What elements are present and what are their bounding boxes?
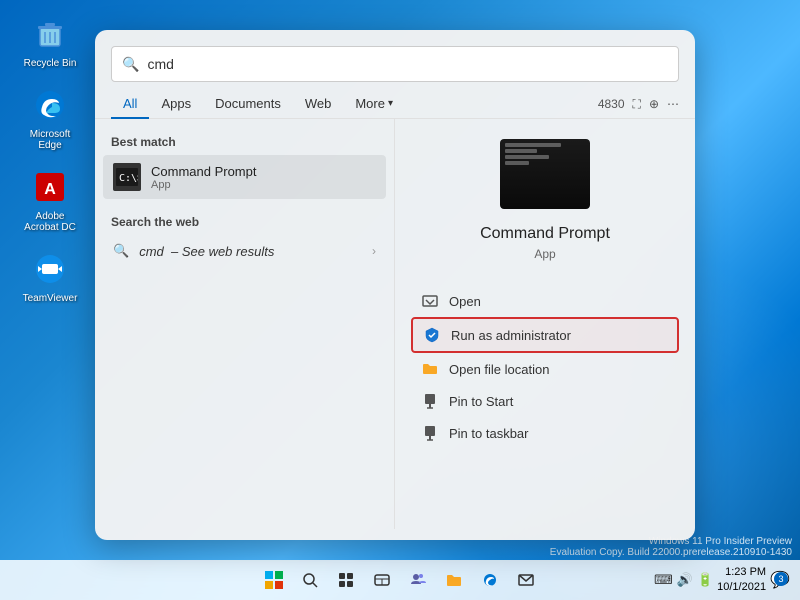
desktop-icons-container: Recycle Bin Microsoft Edge A Adobe Acrob… [15, 10, 85, 308]
edge-label: Microsoft Edge [19, 129, 81, 151]
share-icon: ⊕ [649, 97, 659, 111]
cmd-preview [500, 139, 590, 209]
results-left-panel: Best match C:\> Command Prompt App Searc [95, 119, 395, 529]
pin-to-start-label: Pin to Start [449, 394, 513, 409]
search-box-container: 🔍 cmd [95, 30, 695, 82]
open-icon [421, 292, 439, 310]
best-match-label: Best match [103, 131, 386, 155]
tab-more[interactable]: More ▾ [343, 90, 405, 119]
desktop-icon-edge[interactable]: Microsoft Edge [15, 81, 85, 155]
svg-text:A: A [44, 181, 56, 198]
taskbar-clock[interactable]: 1:23 PM 10/1/2021 [717, 565, 766, 596]
svg-text:C:\>: C:\> [119, 173, 138, 184]
search-taskbar-button[interactable] [294, 564, 326, 596]
notification-center[interactable]: 💬 3 [770, 570, 790, 590]
cmd-preview-line3 [505, 155, 549, 159]
web-query: cmd [139, 244, 164, 259]
search-panel: 🔍 cmd All Apps Documents Web More ▾ 4830… [95, 30, 695, 540]
adobe-label: Adobe Acrobat DC [19, 211, 81, 233]
tabs-right: 4830 ⛶ ⊕ ⋯ [598, 97, 679, 112]
taskbar-time-display: 1:23 PM [717, 565, 766, 580]
adobe-icon: A [30, 167, 70, 207]
web-search-cmd[interactable]: 🔍 cmd – See web results › [103, 235, 386, 267]
cmd-preview-line4 [505, 161, 529, 165]
web-suffix: – See web results [171, 244, 274, 259]
cmd-type: App [151, 179, 256, 191]
start-button[interactable] [258, 564, 290, 596]
tab-all[interactable]: All [111, 90, 149, 119]
app-preview-icon [500, 139, 590, 209]
desktop-icon-recycle-bin[interactable]: Recycle Bin [15, 10, 85, 73]
taskbar: ⌨ 🔊 🔋 1:23 PM 10/1/2021 💬 3 [0, 560, 800, 600]
taskbar-center [258, 564, 542, 596]
action-open-file-location[interactable]: Open file location [411, 353, 679, 385]
notification-badge: 3 [774, 572, 788, 586]
open-file-location-label: Open file location [449, 362, 549, 377]
action-open[interactable]: Open [411, 285, 679, 317]
search-box[interactable]: 🔍 cmd [111, 46, 679, 82]
desktop: Recycle Bin Microsoft Edge A Adobe Acrob… [0, 0, 800, 600]
teamviewer-label: TeamViewer [23, 293, 78, 304]
tab-web[interactable]: Web [293, 90, 344, 119]
open-label: Open [449, 294, 481, 309]
mail-button[interactable] [510, 564, 542, 596]
filter-icon: ⛶ [633, 97, 641, 112]
run-as-admin-label: Run as administrator [451, 328, 571, 343]
search-box-icon: 🔍 [122, 56, 139, 73]
search-input-value: cmd [147, 56, 173, 72]
volume-icon[interactable]: 🔊 [677, 572, 693, 588]
results-right-panel: Command Prompt App Open [395, 119, 695, 529]
desktop-icon-adobe[interactable]: A Adobe Acrobat DC [15, 163, 85, 237]
web-search-icon: 🔍 [113, 243, 129, 259]
filter-tabs: All Apps Documents Web More ▾ 4830 ⛶ ⊕ ⋯ [95, 82, 695, 119]
more-options-icon[interactable]: ⋯ [667, 97, 679, 111]
cmd-icon: C:\> [113, 163, 141, 191]
web-search-text: cmd – See web results [139, 244, 274, 259]
cmd-preview-line2 [505, 149, 537, 153]
edge-icon [30, 85, 70, 125]
tab-documents[interactable]: Documents [203, 90, 293, 119]
widgets-button[interactable] [366, 564, 398, 596]
file-explorer-button[interactable] [438, 564, 470, 596]
edge-taskbar-button[interactable] [474, 564, 506, 596]
preview-app-type: App [534, 247, 555, 261]
teamviewer-icon [30, 249, 70, 289]
cmd-info: Command Prompt App [151, 164, 256, 191]
recycle-bin-icon [30, 14, 70, 54]
cmd-preview-line1 [505, 143, 561, 147]
arrow-right-icon: › [372, 244, 376, 258]
preview-app-name: Command Prompt [480, 225, 610, 243]
network-icon[interactable]: ⌨ [654, 572, 673, 588]
action-list: Open Run as administrator [411, 285, 679, 449]
action-pin-to-taskbar[interactable]: Pin to taskbar [411, 417, 679, 449]
chevron-down-icon: ▾ [388, 98, 393, 109]
result-count: 4830 [598, 97, 625, 111]
desktop-icon-teamviewer[interactable]: TeamViewer [15, 245, 85, 308]
system-tray: ⌨ 🔊 🔋 1:23 PM 10/1/2021 💬 3 [654, 565, 790, 596]
task-view-button[interactable] [330, 564, 362, 596]
watermark-line2: Evaluation Copy. Build 22000.prerelease.… [550, 547, 792, 558]
shield-icon [423, 326, 441, 344]
teams-button[interactable] [402, 564, 434, 596]
cmd-name: Command Prompt [151, 164, 256, 179]
pin-to-taskbar-label: Pin to taskbar [449, 426, 529, 441]
pin-taskbar-icon [421, 424, 439, 442]
pin-start-icon [421, 392, 439, 410]
tab-apps[interactable]: Apps [149, 90, 203, 119]
battery-icon[interactable]: 🔋 [697, 572, 713, 588]
action-pin-to-start[interactable]: Pin to Start [411, 385, 679, 417]
action-run-as-admin[interactable]: Run as administrator [411, 317, 679, 353]
recycle-bin-label: Recycle Bin [24, 58, 77, 69]
taskbar-date-display: 10/1/2021 [717, 580, 766, 595]
folder-icon [421, 360, 439, 378]
search-web-label: Search the web [103, 211, 386, 235]
result-command-prompt[interactable]: C:\> Command Prompt App [103, 155, 386, 199]
search-results: Best match C:\> Command Prompt App Searc [95, 119, 695, 529]
